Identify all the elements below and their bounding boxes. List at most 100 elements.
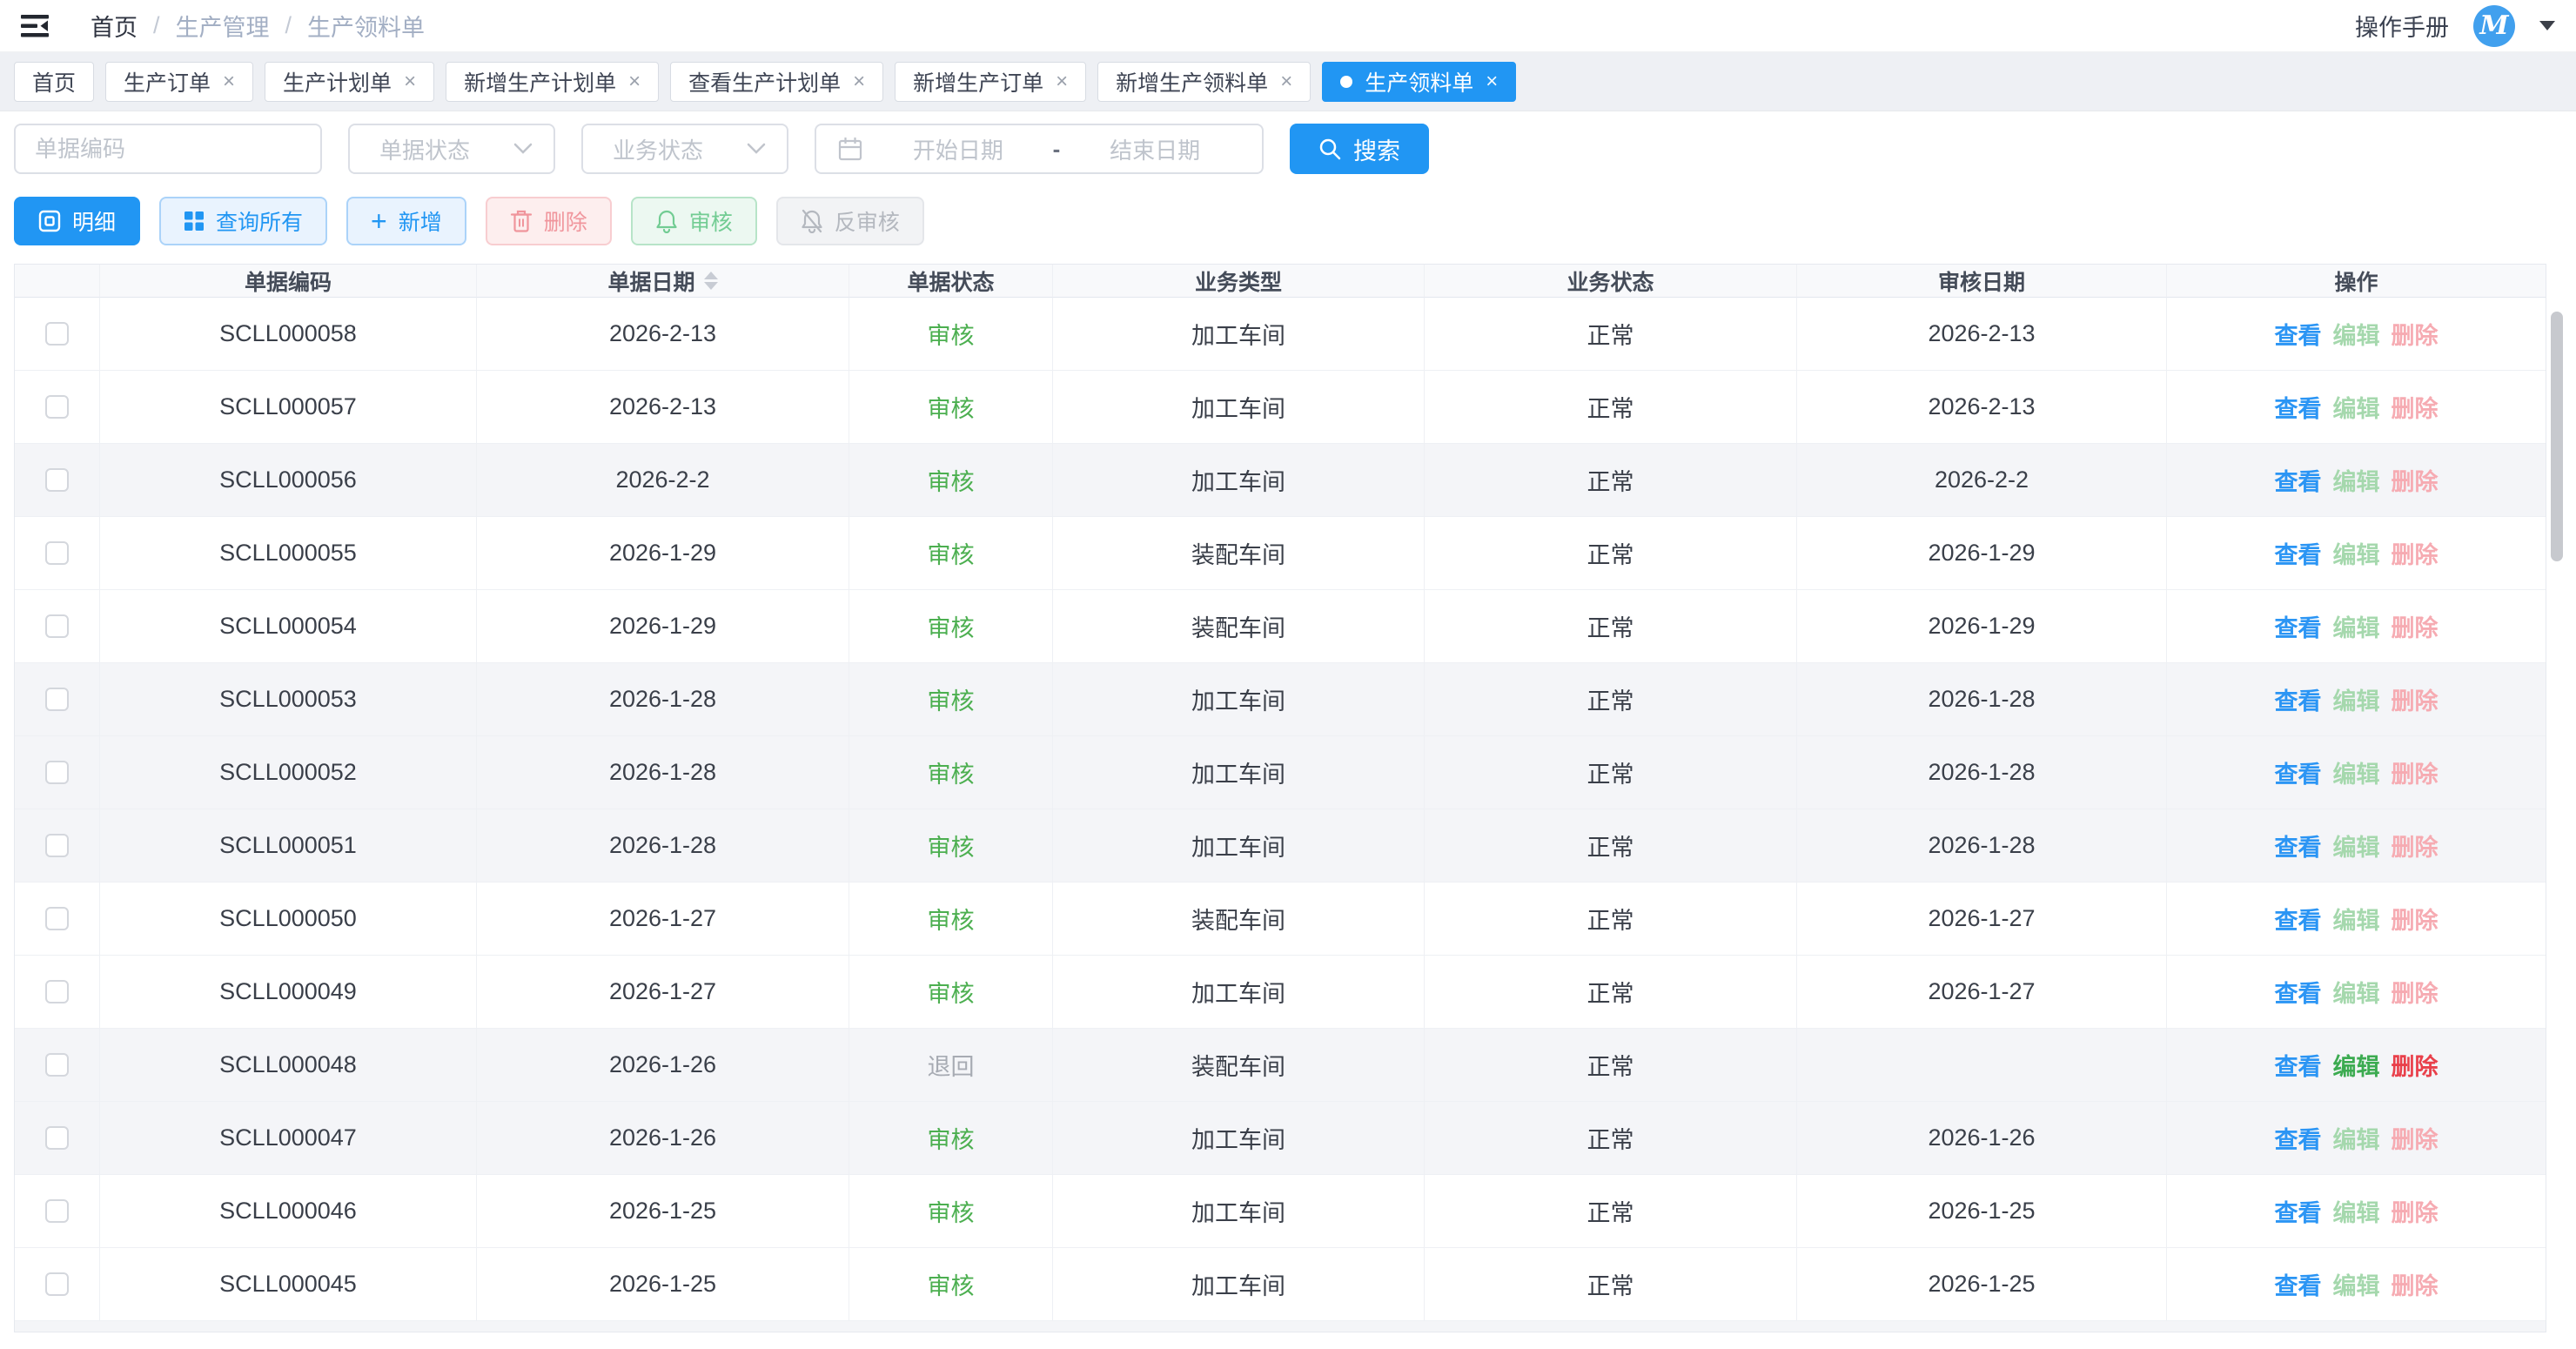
view-link[interactable]: 查看 bbox=[2275, 1267, 2322, 1301]
view-link[interactable]: 查看 bbox=[2275, 975, 2322, 1009]
tab-close-icon[interactable]: × bbox=[1056, 71, 1068, 92]
row-checkbox[interactable] bbox=[45, 468, 69, 492]
view-link[interactable]: 查看 bbox=[2275, 755, 2322, 789]
view-link[interactable]: 查看 bbox=[2275, 463, 2322, 497]
view-link[interactable]: 查看 bbox=[2275, 1048, 2322, 1082]
tab-close-icon[interactable]: × bbox=[404, 71, 416, 92]
edit-link[interactable]: 编辑 bbox=[2333, 1194, 2380, 1228]
edit-link[interactable]: 编辑 bbox=[2333, 902, 2380, 936]
edit-link[interactable]: 编辑 bbox=[2333, 682, 2380, 716]
delete-link[interactable]: 删除 bbox=[2392, 1267, 2438, 1301]
tab-close-icon[interactable]: × bbox=[1486, 71, 1498, 92]
view-link[interactable]: 查看 bbox=[2275, 609, 2322, 643]
delete-link[interactable]: 删除 bbox=[2392, 317, 2438, 351]
row-checkbox[interactable] bbox=[45, 1272, 69, 1296]
tab-close-icon[interactable]: × bbox=[628, 71, 641, 92]
edit-link[interactable]: 编辑 bbox=[2333, 755, 2380, 789]
vertical-scrollbar-thumb[interactable] bbox=[2551, 312, 2563, 561]
edit-link[interactable]: 编辑 bbox=[2333, 1048, 2380, 1082]
view-link[interactable]: 查看 bbox=[2275, 536, 2322, 570]
operation-links: 查看编辑删除 bbox=[2275, 1267, 2438, 1301]
breadcrumb-home[interactable]: 首页 bbox=[91, 9, 138, 43]
tab-0[interactable]: 首页 bbox=[14, 62, 94, 102]
row-checkbox[interactable] bbox=[45, 322, 69, 346]
sort-icon[interactable] bbox=[704, 272, 718, 290]
cell-doc-code: SCLL000052 bbox=[100, 736, 477, 809]
cell-doc-date: 2026-2-2 bbox=[477, 444, 849, 517]
edit-link[interactable]: 编辑 bbox=[2333, 975, 2380, 1009]
tab-2[interactable]: 生产计划单× bbox=[265, 62, 434, 102]
edit-link[interactable]: 编辑 bbox=[2333, 317, 2380, 351]
row-checkbox[interactable] bbox=[45, 980, 69, 1003]
view-link[interactable]: 查看 bbox=[2275, 1121, 2322, 1155]
query-all-button[interactable]: 查询所有 bbox=[159, 197, 327, 245]
delete-link[interactable]: 删除 bbox=[2392, 463, 2438, 497]
view-link[interactable]: 查看 bbox=[2275, 317, 2322, 351]
delete-button[interactable]: 删除 bbox=[486, 197, 612, 245]
view-link[interactable]: 查看 bbox=[2275, 682, 2322, 716]
menu-fold-icon[interactable] bbox=[19, 12, 50, 40]
edit-link[interactable]: 编辑 bbox=[2333, 463, 2380, 497]
cell-doc-date: 2026-1-25 bbox=[477, 1175, 849, 1248]
row-checkbox[interactable] bbox=[45, 688, 69, 711]
row-checkbox[interactable] bbox=[45, 1126, 69, 1150]
delete-link[interactable]: 删除 bbox=[2392, 1194, 2438, 1228]
biz-type: 装配车间 bbox=[1191, 1048, 1285, 1082]
delete-link[interactable]: 删除 bbox=[2392, 1048, 2438, 1082]
view-link[interactable]: 查看 bbox=[2275, 829, 2322, 862]
table-row: SCLL0000552026-1-29审核装配车间正常2026-1-29查看编辑… bbox=[15, 517, 2546, 590]
user-menu-caret-icon[interactable] bbox=[2539, 21, 2555, 30]
edit-link[interactable]: 编辑 bbox=[2333, 609, 2380, 643]
tab-6[interactable]: 新增生产领料单× bbox=[1097, 62, 1311, 102]
cell-doc-date: 2026-1-28 bbox=[477, 663, 849, 736]
tab-1[interactable]: 生产订单× bbox=[105, 62, 253, 102]
unaudit-button[interactable]: 反审核 bbox=[776, 197, 924, 245]
delete-link[interactable]: 删除 bbox=[2392, 829, 2438, 862]
delete-link[interactable]: 删除 bbox=[2392, 682, 2438, 716]
doc-code-input[interactable] bbox=[16, 136, 320, 163]
doc-date: 2026-1-28 bbox=[609, 832, 716, 859]
row-checkbox[interactable] bbox=[45, 1053, 69, 1077]
biz-status-select[interactable]: 业务状态 bbox=[581, 124, 788, 174]
delete-link[interactable]: 删除 bbox=[2392, 536, 2438, 570]
tab-5[interactable]: 新增生产订单× bbox=[895, 62, 1086, 102]
row-checkbox[interactable] bbox=[45, 395, 69, 419]
breadcrumb-production-mgmt[interactable]: 生产管理 bbox=[176, 9, 270, 43]
tab-3[interactable]: 新增生产计划单× bbox=[446, 62, 659, 102]
doc-status-select[interactable]: 单据状态 bbox=[348, 124, 555, 174]
edit-link[interactable]: 编辑 bbox=[2333, 1267, 2380, 1301]
delete-link[interactable]: 删除 bbox=[2392, 390, 2438, 424]
edit-link[interactable]: 编辑 bbox=[2333, 1121, 2380, 1155]
tab-7[interactable]: 生产领料单× bbox=[1322, 62, 1516, 102]
date-range-picker[interactable]: 开始日期 - 结束日期 bbox=[815, 124, 1264, 174]
delete-link[interactable]: 删除 bbox=[2392, 609, 2438, 643]
delete-link[interactable]: 删除 bbox=[2392, 755, 2438, 789]
view-link[interactable]: 查看 bbox=[2275, 390, 2322, 424]
delete-link[interactable]: 删除 bbox=[2392, 1121, 2438, 1155]
edit-link[interactable]: 编辑 bbox=[2333, 536, 2380, 570]
tab-close-icon[interactable]: × bbox=[1280, 71, 1292, 92]
operation-manual-link[interactable]: 操作手册 bbox=[2355, 9, 2449, 43]
view-link[interactable]: 查看 bbox=[2275, 1194, 2322, 1228]
audit-button[interactable]: 审核 bbox=[631, 197, 757, 245]
edit-link[interactable]: 编辑 bbox=[2333, 829, 2380, 862]
edit-link[interactable]: 编辑 bbox=[2333, 390, 2380, 424]
delete-link[interactable]: 删除 bbox=[2392, 902, 2438, 936]
row-checkbox[interactable] bbox=[45, 907, 69, 930]
search-button[interactable]: 搜索 bbox=[1290, 124, 1429, 174]
row-checkbox[interactable] bbox=[45, 541, 69, 565]
tab-4[interactable]: 查看生产计划单× bbox=[670, 62, 883, 102]
row-checkbox[interactable] bbox=[45, 761, 69, 784]
add-button[interactable]: + 新增 bbox=[346, 197, 466, 245]
tab-close-icon[interactable]: × bbox=[223, 71, 235, 92]
delete-link[interactable]: 删除 bbox=[2392, 975, 2438, 1009]
user-avatar[interactable]: M bbox=[2473, 5, 2515, 47]
row-checkbox[interactable] bbox=[45, 1199, 69, 1223]
detail-button[interactable]: 明细 bbox=[14, 197, 140, 245]
view-link[interactable]: 查看 bbox=[2275, 902, 2322, 936]
row-checkbox[interactable] bbox=[45, 614, 69, 638]
tab-close-icon[interactable]: × bbox=[853, 71, 865, 92]
row-checkbox[interactable] bbox=[45, 834, 69, 857]
cell-doc-code: SCLL000057 bbox=[100, 371, 477, 444]
header-doc-date[interactable]: 单据日期 bbox=[477, 265, 849, 298]
